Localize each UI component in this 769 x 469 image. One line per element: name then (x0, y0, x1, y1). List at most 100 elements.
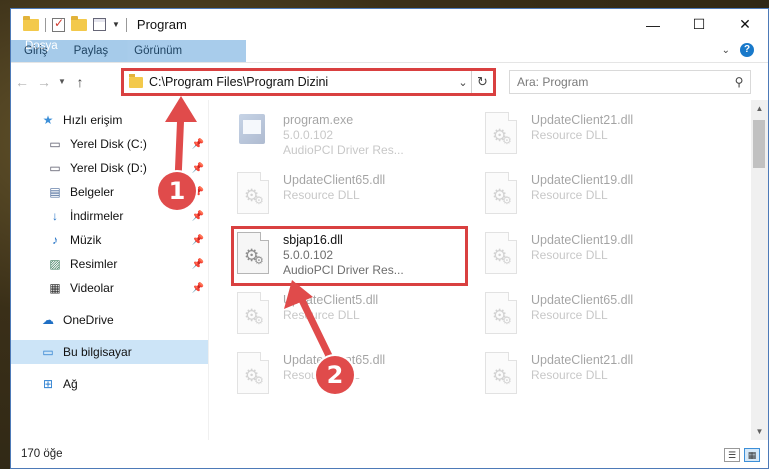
refresh-icon[interactable]: ↻ (471, 71, 493, 93)
help-icon[interactable]: ? (740, 43, 754, 57)
sidebar-item-videos[interactable]: ▦ Videolar 📌 (11, 276, 208, 300)
dll-file-icon: ⚙ ⚙ (231, 290, 275, 338)
sidebar-item-label: Belgeler (70, 185, 115, 199)
dll-file-icon: ⚙ ⚙ (479, 110, 523, 158)
pin-icon[interactable]: 📌 (192, 211, 204, 222)
pictures-icon: ▨ (49, 257, 61, 271)
dll-file-icon: ⚙ ⚙ (231, 170, 275, 218)
file-description: Resource DLL (283, 308, 360, 322)
file-item[interactable]: ⚙ ⚙ UpdateClient5.dll Resource DLL (231, 290, 466, 348)
sidebar-item-this-pc[interactable]: ▭ Bu bilgisayar (11, 340, 208, 364)
sidebar-item-label: Yerel Disk (C:) (70, 137, 147, 151)
minimize-button[interactable]: — (630, 9, 676, 40)
file-name: UpdateClient65.dll (283, 173, 386, 187)
step-2-badge: 2 (316, 356, 354, 394)
address-row: ← → ▼ ↑ C:\Program Files\Program Dizini … (11, 62, 768, 100)
window-title: Program (136, 17, 187, 32)
file-name: UpdateClient19.dll (531, 173, 634, 187)
vertical-scrollbar[interactable]: ▲ ▼ (751, 100, 768, 440)
file-item[interactable]: ⚙ ⚙ UpdateClient19.dll Resource DLL (479, 170, 714, 228)
cloud-icon: ☁ (42, 313, 54, 327)
status-bar: 170 öğe ☰ ▦ (11, 440, 768, 468)
scroll-up-icon[interactable]: ▲ (751, 100, 768, 117)
file-description: Resource DLL (531, 128, 608, 142)
file-name: UpdateClient5.dll (283, 293, 379, 307)
new-folder-icon[interactable] (71, 15, 87, 31)
search-input[interactable] (517, 75, 728, 89)
search-icon[interactable]: ⚲ (728, 75, 750, 89)
navigation-pane: ★ Hızlı erişim ▭ Yerel Disk (C:) 📌 ▭ Yer… (11, 100, 209, 440)
file-list: program.exe 5.0.0.102 AudioPCI Driver Re… (209, 100, 768, 440)
file-description: AudioPCI Driver Res... (283, 143, 404, 157)
customize-toolbar-chevron-icon[interactable]: ▼ (112, 20, 120, 29)
drive-icon: ▭ (49, 137, 61, 151)
scroll-down-icon[interactable]: ▼ (751, 423, 768, 440)
sidebar-item-label: OneDrive (63, 313, 114, 327)
explorer-window: ▼ Program — ☐ ✕ Dosya Giriş Paylaş Görün… (10, 8, 769, 469)
dll-file-icon: ⚙ ⚙ (479, 230, 523, 278)
file-description: Resource DLL (531, 248, 608, 262)
dll-file-icon: ⚙ ⚙ (479, 170, 523, 218)
file-name: program.exe (283, 113, 354, 127)
pin-icon[interactable]: 📌 (192, 163, 204, 174)
dll-file-icon: ⚙ ⚙ (231, 350, 275, 398)
pin-icon[interactable]: 📌 (192, 283, 204, 294)
scroll-thumb[interactable] (753, 120, 765, 168)
back-arrow-icon[interactable]: ← (11, 74, 33, 90)
file-item[interactable]: program.exe 5.0.0.102 AudioPCI Driver Re… (231, 110, 466, 168)
sidebar-item-music[interactable]: ♪ Müzik 📌 (11, 228, 208, 252)
file-item[interactable]: ⚙⚙ UpdateClient65.dll Resource DLL (231, 170, 466, 228)
sidebar-item-label: Videolar (70, 281, 114, 295)
download-icon: ↓ (52, 209, 58, 223)
folder-icon (129, 73, 143, 88)
file-description: Resource DLL (283, 188, 360, 202)
dll-file-icon: ⚙ ⚙ (479, 350, 523, 398)
file-version: 5.0.0.102 (283, 128, 334, 142)
drive-icon: ▭ (49, 161, 61, 175)
maximize-button[interactable]: ☐ (676, 9, 722, 40)
sidebar-item-label: Müzik (70, 233, 102, 247)
folder-icon[interactable] (23, 15, 39, 31)
file-item[interactable]: ⚙ ⚙ UpdateClient21.dll Resource DLL (479, 110, 714, 168)
ribbon-right-controls: ⌄ ? (722, 43, 754, 57)
sidebar-item-label: Ağ (63, 377, 78, 391)
tiles-view-icon[interactable]: ▦ (744, 448, 760, 462)
pin-icon[interactable]: 📌 (192, 259, 204, 270)
file-description: Resource DLL (531, 308, 608, 322)
address-path[interactable]: C:\Program Files\Program Dizini (149, 75, 455, 89)
sidebar-item-onedrive[interactable]: ☁ OneDrive (11, 308, 208, 332)
file-description: Resource DLL (531, 368, 608, 382)
exe-file-icon (231, 110, 275, 158)
file-name: UpdateClient21.dll (531, 353, 634, 367)
pin-icon[interactable]: 📌 (192, 235, 204, 246)
content-area: ★ Hızlı erişim ▭ Yerel Disk (C:) 📌 ▭ Yer… (11, 100, 768, 440)
address-dropdown-chevron-icon[interactable]: ⌄ (455, 76, 471, 89)
pin-icon[interactable]: 📌 (192, 139, 204, 150)
search-box[interactable]: ⚲ (509, 70, 751, 94)
sidebar-item-drive-c[interactable]: ▭ Yerel Disk (C:) 📌 (11, 132, 208, 156)
file-item[interactable]: ⚙ ⚙ UpdateClient21.dll Resource DLL (479, 350, 714, 408)
view-buttons: ☰ ▦ (724, 448, 760, 462)
sidebar-item-quick-access[interactable]: ★ Hızlı erişim (11, 108, 208, 132)
forward-arrow-icon[interactable]: → (33, 74, 55, 90)
properties-icon[interactable] (93, 18, 106, 31)
chevron-down-icon[interactable]: ⌄ (722, 45, 730, 56)
close-button[interactable]: ✕ (722, 9, 768, 40)
sidebar-item-label: İndirmeler (70, 209, 124, 223)
properties-check-icon[interactable] (52, 16, 65, 32)
sidebar-item-network[interactable]: ⊞ Ağ (11, 372, 208, 396)
music-icon: ♪ (52, 233, 58, 247)
file-name: UpdateClient65.dll (531, 293, 634, 307)
divider (45, 17, 46, 32)
recent-locations-chevron-icon[interactable]: ▼ (55, 77, 69, 86)
file-item[interactable]: ⚙ ⚙ UpdateClient19.dll Resource DLL (479, 230, 714, 288)
quick-access-toolbar: ▼ (11, 15, 127, 32)
up-arrow-icon[interactable]: ↑ (69, 74, 91, 90)
sidebar-item-pictures[interactable]: ▨ Resimler 📌 (11, 252, 208, 276)
sidebar-item-label: Yerel Disk (D:) (70, 161, 147, 175)
details-view-icon[interactable]: ☰ (724, 448, 740, 462)
address-bar[interactable]: C:\Program Files\Program Dizini ⌄ ↻ (121, 68, 496, 96)
sidebar-item-label: Hızlı erişim (63, 113, 123, 127)
computer-icon: ▭ (42, 345, 54, 359)
file-item[interactable]: ⚙⚙ UpdateClient65.dll Resource DLL (479, 290, 714, 348)
